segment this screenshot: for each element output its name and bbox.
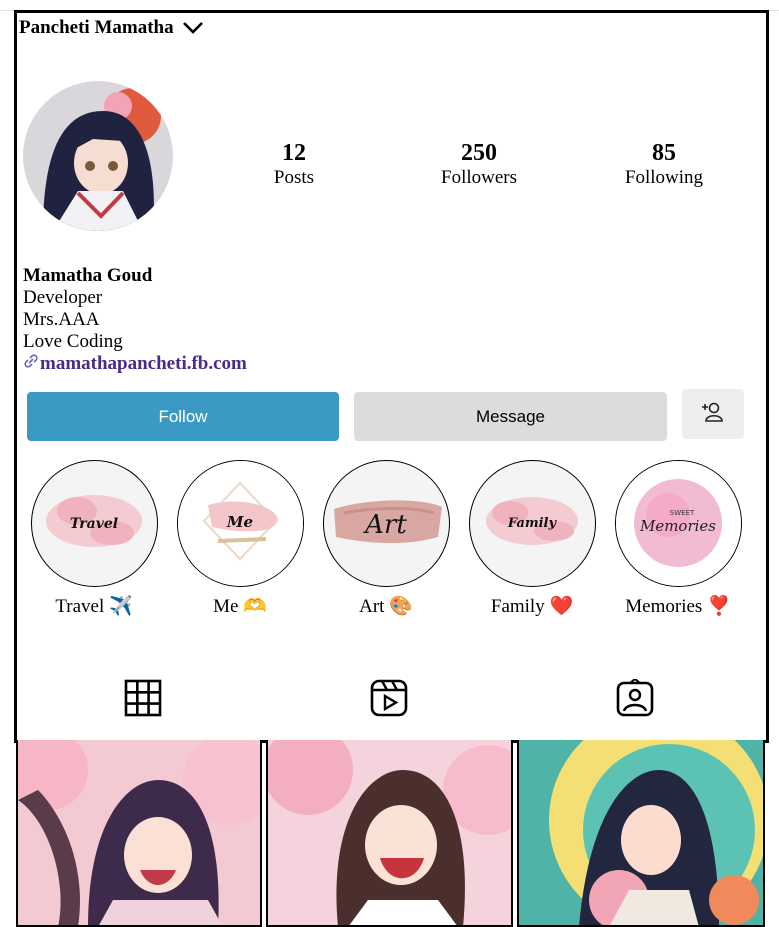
add-user-button[interactable] (682, 389, 744, 439)
add-user-icon (701, 401, 725, 428)
highlight-label: Family ❤️ (490, 596, 574, 617)
post-grid (14, 740, 766, 927)
stat-following[interactable]: 85 Following (589, 139, 739, 189)
tab-reels[interactable] (370, 679, 408, 722)
grid-icon (124, 679, 162, 721)
highlight-art-text: Family (506, 516, 557, 531)
highlight-art-text: Art (363, 510, 407, 540)
tab-posts[interactable] (124, 679, 162, 722)
link-icon (23, 353, 39, 375)
bio-line: Mrs.AAA (23, 309, 100, 330)
highlight-label: Travel ✈️ (55, 596, 133, 617)
highlight-art-text: Travel (69, 516, 117, 532)
highlight-label: Me 🫶 (213, 596, 267, 617)
bio-line: Developer (23, 287, 103, 308)
bio-link-text: mamathapancheti.fb.com (40, 353, 247, 374)
stat-posts[interactable]: 12 Posts (219, 139, 369, 189)
stat-label: Posts (273, 167, 315, 188)
reels-icon (370, 679, 408, 721)
highlight-cover: Travel (30, 460, 158, 587)
post-thumbnail[interactable] (517, 740, 765, 927)
chevron-down-icon[interactable] (182, 21, 204, 35)
highlight-label: Art 🎨 (359, 596, 413, 617)
highlight-travel[interactable]: Travel Travel ✈️ (30, 460, 158, 619)
highlight-art-small: SWEET (669, 509, 694, 517)
highlight-art-text: Memories (638, 517, 715, 535)
post-thumbnail[interactable] (16, 740, 262, 927)
stat-value: 12 (282, 140, 306, 166)
stat-label: Followers (441, 167, 517, 188)
profile-card: Pancheti Mamatha 12 Posts 250 Followers (14, 10, 769, 743)
stat-followers[interactable]: 250 Followers (404, 139, 554, 189)
stat-label: Following (624, 167, 704, 188)
message-button[interactable]: Message (354, 392, 667, 441)
highlight-cover: Family (468, 460, 596, 587)
bio-line: Love Coding (23, 331, 123, 352)
bio-link[interactable]: mamathapancheti.fb.com (23, 353, 247, 375)
highlight-family[interactable]: Family Family ❤️ (468, 460, 596, 619)
post-thumbnail[interactable] (266, 740, 513, 927)
highlight-art-text: Me (225, 513, 252, 531)
bio-name: Mamatha Goud (23, 265, 153, 286)
bio: Mamatha Goud Developer Mrs.AAA Love Codi… (23, 265, 247, 375)
stat-value: 85 (652, 140, 676, 166)
username: Pancheti Mamatha (19, 17, 174, 38)
highlight-label: Memories ❣️ (625, 596, 731, 617)
highlight-art[interactable]: Art Art 🎨 (322, 460, 450, 619)
stat-value: 250 (461, 140, 497, 166)
profile-stats: 12 Posts 250 Followers 85 Following (17, 139, 766, 199)
highlight-cover: Art (322, 460, 450, 587)
follow-button[interactable]: Follow (27, 392, 339, 441)
tab-tagged[interactable] (616, 677, 654, 722)
tagged-icon (616, 677, 654, 721)
highlight-me[interactable]: Me Me 🫶 (176, 460, 304, 619)
highlight-cover: SWEET Memories (614, 460, 742, 587)
profile-header[interactable]: Pancheti Mamatha (19, 17, 204, 39)
highlight-cover: Me (176, 460, 304, 587)
highlight-memories[interactable]: SWEET Memories Memories ❣️ (614, 460, 742, 619)
